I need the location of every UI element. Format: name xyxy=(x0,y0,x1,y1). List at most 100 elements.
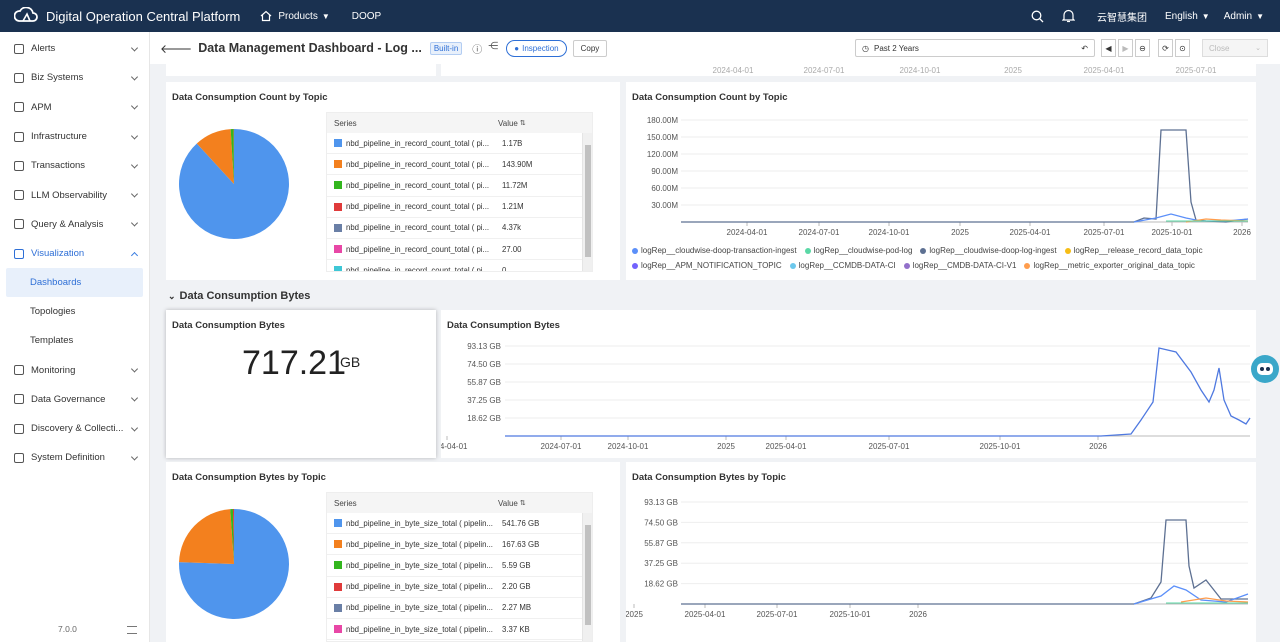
time-range-picker[interactable]: ◷ Past 2 Years ↶ xyxy=(855,39,1095,57)
chevron-down-icon[interactable] xyxy=(130,394,139,402)
table-row[interactable]: nbd_pipeline_in_record_count_total ( pi.… xyxy=(327,133,592,155)
assistant-bot-icon[interactable] xyxy=(1250,354,1280,384)
sidebar-item-network[interactable]: Infrastructure xyxy=(0,122,149,151)
x-tick-label: 2025 xyxy=(626,610,643,619)
next-range-button[interactable]: ▶ xyxy=(1118,39,1133,57)
chevron-down-icon[interactable] xyxy=(130,73,139,81)
sidebar-sub-dashboards[interactable]: Dashboards xyxy=(6,268,143,298)
sidebar-item-bell[interactable]: Alerts xyxy=(0,34,149,63)
sort-icon[interactable]: ⇅ xyxy=(520,119,526,127)
collapse-sidebar-icon[interactable] xyxy=(127,626,137,634)
table-row[interactable]: nbd_pipeline_in_byte_size_total ( pipeli… xyxy=(327,534,592,556)
table-row[interactable]: nbd_pipeline_in_record_count_total ( pi.… xyxy=(327,154,592,176)
chevron-down-icon[interactable] xyxy=(130,44,139,52)
user-menu[interactable]: Admin xyxy=(1224,11,1252,22)
home-icon xyxy=(260,10,272,22)
table-row[interactable]: nbd_pipeline_in_record_count_total ( pi.… xyxy=(327,197,592,218)
auto-refresh-button[interactable]: ⊙ xyxy=(1175,39,1190,57)
refresh-button[interactable]: ⟳ xyxy=(1158,39,1173,57)
sidebar-item-building[interactable]: Biz Systems xyxy=(0,63,149,92)
sidebar-item-chip[interactable]: LLM Observability xyxy=(0,180,149,209)
legend-item[interactable]: logRep__CMDB-DATA-CI-V1 xyxy=(903,261,1016,270)
prev-range-button[interactable]: ◀ xyxy=(1101,39,1116,57)
y-tick-label: 93.13 GB xyxy=(644,498,678,507)
zoom-out-button[interactable]: ⊖ xyxy=(1135,39,1150,57)
language-select[interactable]: English xyxy=(1165,11,1198,22)
table-row[interactable]: nbd_pipeline_in_byte_size_total ( pipeli… xyxy=(327,598,592,619)
time-range-value: Past 2 Years xyxy=(873,43,919,53)
chevron-down-icon[interactable] xyxy=(130,453,139,461)
inspection-button[interactable]: ● Inspection xyxy=(506,39,567,57)
chevron-down-icon[interactable] xyxy=(130,102,139,110)
legend-label: logRep__cloudwise-pod-log xyxy=(813,246,913,255)
back-arrow-icon[interactable]: 🡐 xyxy=(160,41,192,56)
caret-down-icon: ▼ xyxy=(1201,11,1210,21)
sidebar-item-database[interactable]: Data Governance xyxy=(0,385,149,414)
sidebar-item-target[interactable]: Transactions xyxy=(0,151,149,180)
version-label: 7.0.0 xyxy=(58,624,77,634)
system-icon xyxy=(14,452,24,463)
col-value[interactable]: Value xyxy=(498,119,518,128)
sidebar-item-chart[interactable]: Visualization xyxy=(0,239,149,268)
series-swatch xyxy=(334,202,342,211)
chevron-down-icon[interactable] xyxy=(130,190,139,198)
col-value[interactable]: Value xyxy=(498,499,518,508)
sidebar-item-discovery[interactable]: Discovery & Collecti... xyxy=(0,414,149,443)
col-series[interactable]: Series xyxy=(327,499,498,508)
sidebar-item-monitor[interactable]: Monitoring xyxy=(0,355,149,384)
discovery-icon xyxy=(14,423,24,434)
section-data-consumption-bytes[interactable]: ⌄ Data Consumption Bytes xyxy=(168,290,310,302)
chevron-down-icon[interactable] xyxy=(130,424,139,432)
table-row[interactable]: nbd_pipeline_in_record_count_total ( pi.… xyxy=(327,175,592,197)
top-bar: Digital Operation Central Platform Produ… xyxy=(0,0,1280,32)
close-select[interactable]: Close ⌄ xyxy=(1202,39,1268,57)
legend-item[interactable]: logRep__release_record_data_topic xyxy=(1064,246,1203,255)
table-row[interactable]: nbd_pipeline_in_byte_size_total ( pipeli… xyxy=(327,619,592,641)
main-content: 🡐 Data Management Dashboard - Log ... Bu… xyxy=(150,32,1280,642)
cloud-logo-icon xyxy=(14,7,38,22)
series-swatch xyxy=(334,603,342,612)
sidebar-item-system[interactable]: System Definition xyxy=(0,443,149,472)
legend-dot xyxy=(632,247,638,254)
legend-item[interactable]: logRep__cloudwise-doop-log-ingest xyxy=(920,246,1057,255)
x-tick-label: 2024-10-01 xyxy=(608,442,649,451)
doop-link[interactable]: DOOP xyxy=(352,11,381,22)
undo-icon[interactable]: ↶ xyxy=(1081,44,1088,53)
chevron-down-icon[interactable] xyxy=(130,365,139,373)
table-row[interactable]: nbd_pipeline_in_byte_size_total ( pipeli… xyxy=(327,577,592,598)
sort-icon[interactable]: ⇅ xyxy=(520,499,526,507)
table-row[interactable]: nbd_pipeline_in_record_count_total ( pi.… xyxy=(327,239,592,261)
sidebar-sub-templates[interactable]: Templates xyxy=(0,326,149,355)
table-scrollbar[interactable] xyxy=(582,133,592,271)
chevron-down-icon[interactable] xyxy=(130,131,139,140)
table-row[interactable]: nbd_pipeline_in_byte_size_total ( pipeli… xyxy=(327,513,592,535)
sidebar-item-nodes[interactable]: Query & Analysis xyxy=(0,210,149,239)
legend-item[interactable]: logRep__CCMDB-DATA-CI xyxy=(789,261,896,270)
logo[interactable]: Digital Operation Central Platform xyxy=(14,7,240,25)
list-icon xyxy=(14,102,24,113)
copy-button[interactable]: Copy xyxy=(572,39,608,57)
products-menu[interactable]: Products ▼ xyxy=(260,10,330,22)
legend-item[interactable]: logRep__cloudwise-pod-log xyxy=(804,246,913,255)
search-icon[interactable] xyxy=(1031,10,1044,23)
share-icon[interactable]: ⋲ xyxy=(488,41,498,56)
table-row[interactable]: nbd_pipeline_in_record_count_total ( pi.… xyxy=(327,260,592,271)
legend-item[interactable]: logRep__APM_NOTIFICATION_TOPIC xyxy=(632,261,782,270)
col-series[interactable]: Series xyxy=(327,119,498,128)
sidebar-item-list[interactable]: APM xyxy=(0,93,149,122)
info-icon[interactable]: ⓘ xyxy=(472,41,482,56)
table-scrollbar[interactable] xyxy=(582,513,592,641)
bell-icon[interactable] xyxy=(1061,9,1075,23)
series-value: 11.72M xyxy=(502,180,528,190)
chevron-down-icon[interactable] xyxy=(130,219,139,227)
sidebar-sub-topologies[interactable]: Topologies xyxy=(0,297,149,326)
legend-item[interactable]: logRep__metric_exporter_original_data_to… xyxy=(1024,261,1195,270)
count-pie-panel: Data Consumption Count by Topic Series Va… xyxy=(166,82,620,280)
company-name[interactable]: 云智慧集团 xyxy=(1097,9,1147,24)
legend-item[interactable]: logRep__cloudwise-doop-transaction-inges… xyxy=(632,246,797,255)
table-row[interactable]: nbd_pipeline_in_record_count_total ( pi.… xyxy=(327,218,592,239)
chevron-down-icon[interactable] xyxy=(130,161,139,169)
chevron-up-icon[interactable] xyxy=(130,251,139,259)
x-tick-label: 2025 xyxy=(1004,66,1022,75)
table-row[interactable]: nbd_pipeline_in_byte_size_total ( pipeli… xyxy=(327,555,592,577)
